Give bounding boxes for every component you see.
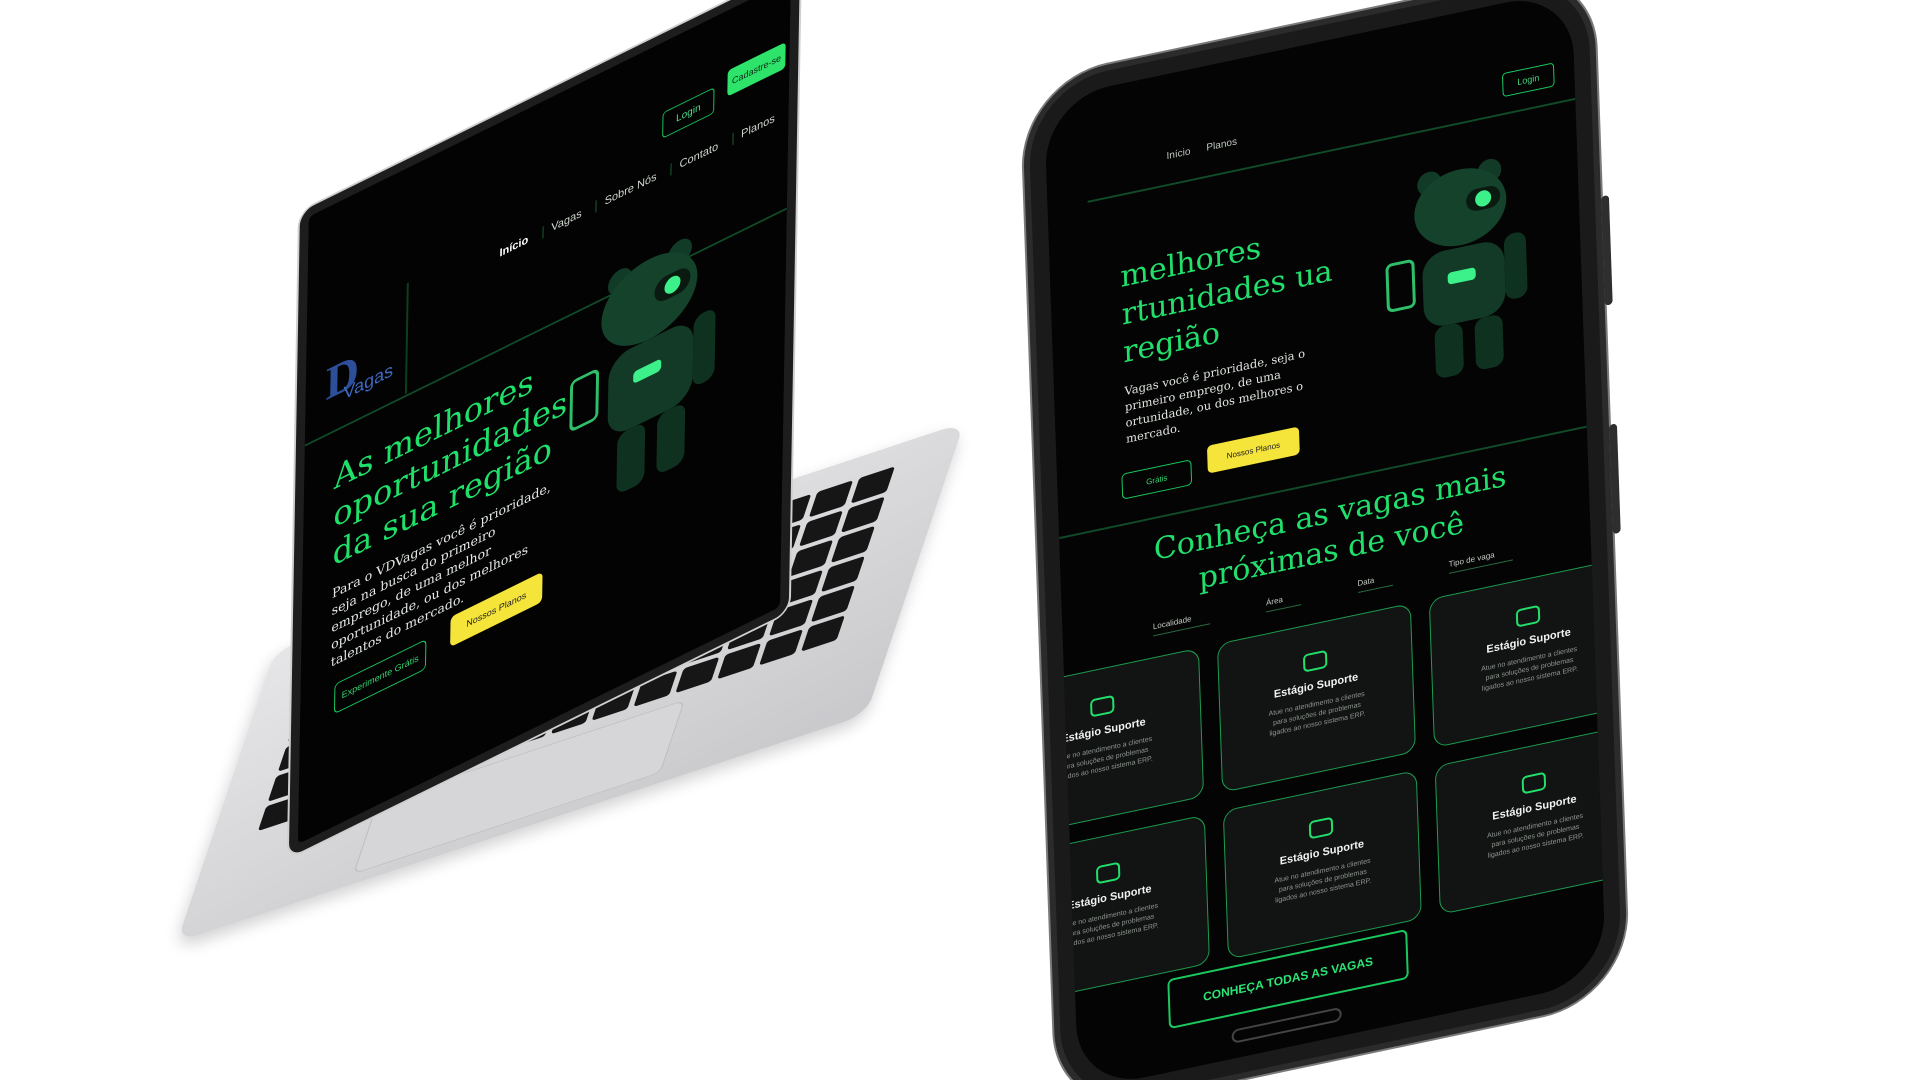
nav-item-sobre[interactable]: Sobre Nós (595, 170, 657, 213)
job-card[interactable]: Estágio Suporte Atue no atendimento a cli… (1216, 602, 1417, 793)
device-mockup-scene: D Vagas Início Vagas Sobre Nós Contato P… (0, 0, 1920, 1080)
briefcase-icon (1521, 771, 1546, 795)
laptop-mockup: D Vagas Início Vagas Sobre Nós Contato P… (0, 0, 1920, 1080)
hero-title: melhores rtunidades ua região (1119, 230, 1334, 371)
trial-button[interactable]: Grátis (1121, 459, 1193, 500)
nav-item-contato[interactable]: Contato (670, 140, 719, 176)
filter-data[interactable]: Data (1357, 571, 1393, 594)
phone-mockup: Início Planos Login melhores rtunidades … (1027, 0, 1623, 1080)
robot-bear-illustration (569, 238, 716, 492)
phone-screen: Início Planos Login melhores rtunidades … (1043, 0, 1607, 1080)
filter-area[interactable]: Área (1265, 591, 1302, 613)
signup-button[interactable]: Cadastre-se (727, 42, 786, 97)
briefcase-icon (1308, 816, 1334, 840)
filter-localidade[interactable]: Localidade (1152, 610, 1210, 637)
filter-tipo[interactable]: Tipo de vaga (1448, 546, 1513, 574)
job-card[interactable]: Estágio Suporte Atue no atendimento a cli… (1043, 647, 1204, 838)
header-divider (404, 282, 409, 395)
login-button[interactable]: Login (1501, 62, 1555, 98)
nav-item-vagas[interactable]: Vagas (542, 207, 582, 239)
nav-item-planos[interactable]: Planos (732, 112, 775, 146)
briefcase-icon (1096, 861, 1121, 885)
briefcase-icon (1515, 604, 1540, 628)
phone-frame: Início Planos Login melhores rtunidades … (1027, 0, 1623, 1080)
briefcase-icon (1090, 694, 1115, 718)
plans-button[interactable]: Nossos Planos (1206, 426, 1300, 474)
nav-item-inicio[interactable]: Início (1166, 146, 1190, 162)
nav-item-planos[interactable]: Planos (1206, 136, 1237, 153)
login-button[interactable]: Login (662, 87, 715, 139)
job-cards-grid: Estágio Suporte Atue no atendimento a cli… (1043, 557, 1607, 1005)
site-logo[interactable]: D Vagas (319, 322, 400, 432)
job-card[interactable]: Estágio Suporte Atue no atendimento a cli… (1434, 724, 1607, 915)
job-card[interactable]: Estágio Suporte Atue no atendimento a cli… (1429, 557, 1607, 749)
briefcase-icon (1302, 649, 1328, 673)
robot-bear-illustration (1385, 158, 1528, 378)
nav-item-inicio[interactable]: Início (491, 234, 528, 264)
